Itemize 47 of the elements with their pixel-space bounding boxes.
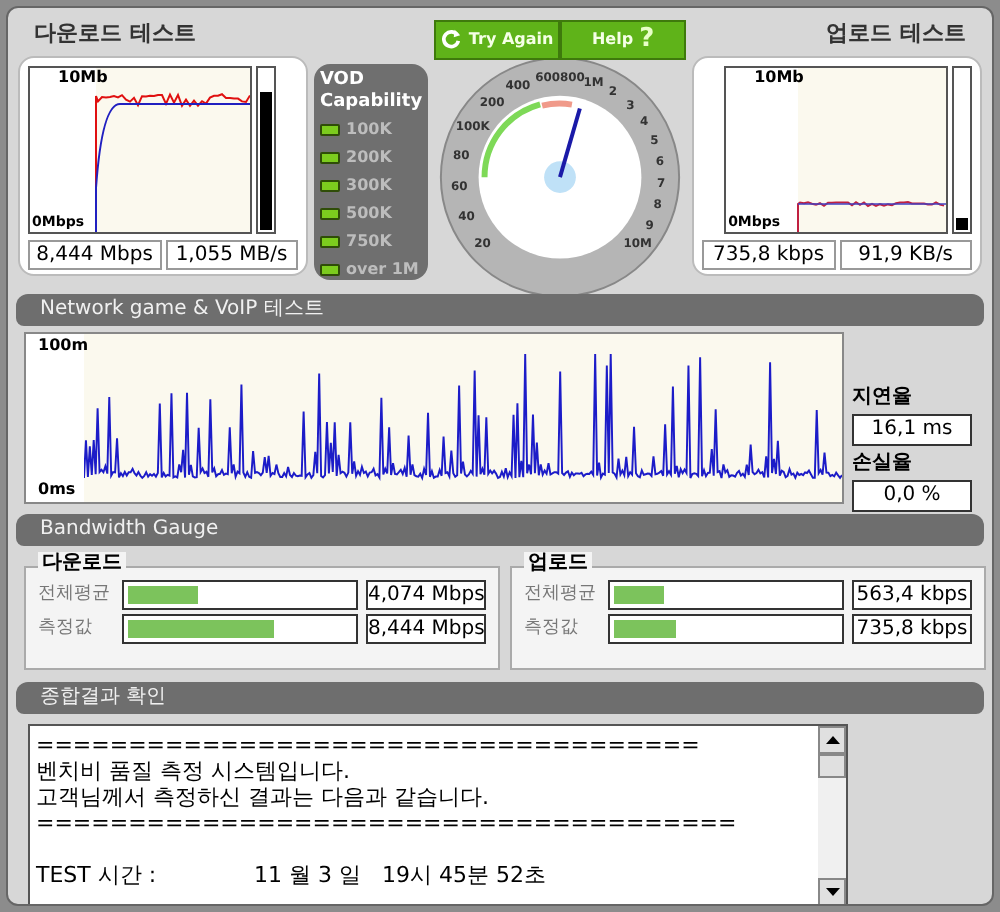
- axis-label: 10Mb: [754, 70, 804, 86]
- scrollbar[interactable]: [818, 726, 846, 904]
- loss-label: 손실율: [852, 450, 914, 478]
- result-line: ======================================: [36, 810, 739, 836]
- group-title: 업로드: [524, 552, 592, 576]
- speed-value: 735,8 kbps: [702, 240, 836, 270]
- rate-value: 91,9 KB/s: [839, 240, 973, 270]
- group-title: 다운로드: [38, 552, 126, 576]
- help-icon: ?: [639, 26, 655, 53]
- scroll-down-icon[interactable]: [818, 878, 846, 904]
- scroll-up-icon[interactable]: [818, 726, 846, 754]
- vod-label: 750K: [346, 230, 392, 254]
- vod-title: VOD Capability: [320, 70, 423, 114]
- loss-value: 0,0 %: [852, 480, 972, 512]
- section-header: 종합결과 확인: [16, 682, 984, 714]
- gauge-label: 전체평균: [524, 581, 598, 608]
- panel-title: 다운로드 테스트: [34, 17, 196, 49]
- gauge-label: 측정값: [38, 615, 94, 642]
- vod-label: over 1M: [346, 258, 419, 282]
- gauge-value: 735,8 kbps: [852, 614, 972, 644]
- result-line: TEST 시간 : 11 월 3 일 19시 45분 52초: [36, 862, 548, 888]
- rate-value: 1,055 MB/s: [165, 240, 298, 270]
- vod-label: 200K: [346, 146, 392, 170]
- speed-value: 8,444 Mbps: [28, 240, 161, 270]
- gauge-label: 측정값: [524, 615, 580, 642]
- result-line: 벤치비 품질 측정 시스템입니다.: [36, 758, 352, 784]
- section-header: Network game & VoIP 테스트: [16, 294, 984, 326]
- axis-label: 100m: [38, 338, 89, 354]
- help-button[interactable]: Help ?: [560, 20, 687, 60]
- vod-label: 500K: [346, 202, 392, 226]
- vod-label: 300K: [346, 174, 392, 198]
- latency-label: 지연율: [852, 384, 914, 412]
- try-again-button[interactable]: Try Again: [434, 20, 561, 60]
- refresh-icon: [440, 28, 463, 51]
- gauge-value: 563,4 kbps: [852, 580, 972, 610]
- gauge-value: 8,444 Mbps: [366, 614, 486, 644]
- gauge-label: 전체평균: [38, 581, 112, 608]
- vod-label: 100K: [346, 118, 392, 142]
- section-header: Bandwidth Gauge: [16, 514, 984, 546]
- panel-title: 업로드 테스트: [826, 17, 967, 49]
- scroll-thumb[interactable]: [818, 754, 846, 778]
- result-line: 고객님께서 측정하신 결과는 다음과 같습니다.: [36, 784, 491, 810]
- result-line: ====================================: [36, 732, 702, 758]
- axis-label: 10Mb: [58, 70, 108, 86]
- latency-value: 16,1 ms: [852, 414, 972, 446]
- gauge-value: 4,074 Mbps: [366, 580, 486, 610]
- axis-label: 0ms: [38, 482, 76, 498]
